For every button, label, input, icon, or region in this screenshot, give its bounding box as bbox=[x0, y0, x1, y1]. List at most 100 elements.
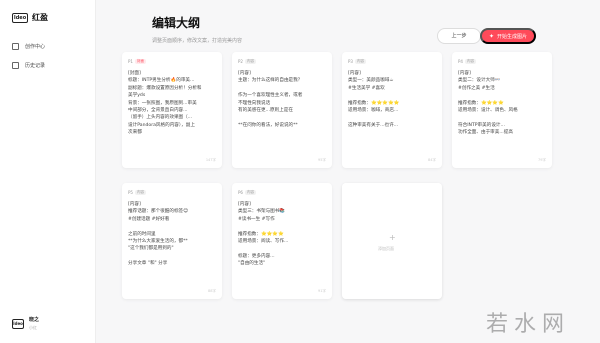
outline-card[interactable]: P4 内容 [内容] 类型二：设计大师👓 #创作之美 #生活 推荐指数：⭐⭐⭐⭐ 适用场景… bbox=[452, 52, 552, 168]
outline-card[interactable]: P6 内容 [内容] 类型三：书架与图书📚 #读书一生 #写作 推荐指数：⭐⭐⭐⭐ 适用场… bbox=[232, 183, 332, 299]
card-content[interactable]: [内容] 类型二：设计大师👓 #创作之美 #生活 推荐指数：⭐⭐⭐⭐ 适用场景：设计、… bbox=[458, 70, 546, 137]
outline-card[interactable]: P3 内容 [内容] 类型一：美颜品咖啡☕ #生活美学 #喜欢 推荐指数：⭐⭐⭐⭐⭐ 适用… bbox=[342, 52, 442, 168]
previous-step-button[interactable]: 上一步 bbox=[437, 28, 481, 44]
content-line: 类型二：设计大师👓 bbox=[458, 78, 501, 84]
content-line: 美学yds bbox=[128, 93, 146, 99]
plus-icon: + bbox=[389, 233, 396, 242]
card-header: P1 封面 bbox=[128, 57, 216, 65]
sparkle-icon: ✦ bbox=[488, 33, 494, 40]
content-line: [内容] bbox=[348, 71, 361, 76]
word-count: 79字 bbox=[538, 158, 546, 162]
word-count: 84字 bbox=[428, 158, 436, 162]
logo-mark: Ideo bbox=[12, 12, 28, 23]
card-content[interactable]: [内容] 类型一：美颜品咖啡☕ #生活美学 #喜欢 推荐指数：⭐⭐⭐⭐⭐ 适用场景：咖… bbox=[348, 70, 436, 129]
card-content[interactable]: [内容] 主题：为什么这样的自由是我？ 作为一个喜欢理性主义者，或者 不理性向我说话… bbox=[238, 70, 326, 129]
content-line bbox=[458, 114, 546, 121]
content-line: [内容] bbox=[458, 71, 471, 76]
content-line: 适用场景：设计、调色、风格 bbox=[458, 108, 518, 114]
file-icon bbox=[12, 62, 19, 69]
card-header: P3 内容 bbox=[348, 57, 436, 65]
page-number: P2 bbox=[238, 58, 243, 64]
page-number: P3 bbox=[348, 58, 353, 64]
content-line: 功作全面、由于审美...提高 bbox=[458, 130, 513, 136]
sidebar-item-creation-center[interactable]: 创作中心 bbox=[12, 43, 45, 50]
page-type-badge: 内容 bbox=[354, 58, 366, 64]
watermark: 若水网 bbox=[486, 312, 571, 337]
card-header: P6 内容 bbox=[238, 188, 326, 196]
add-page-card[interactable]: + 添加页面 bbox=[342, 183, 442, 299]
generate-images-button[interactable]: ✦ 开始生成图片 bbox=[480, 28, 536, 44]
content-line: **为什么大家爱生活的，都** bbox=[128, 239, 188, 245]
content-line: "自由的生活" bbox=[238, 261, 266, 267]
content-line: **在问你的看法，好说说的** bbox=[238, 122, 298, 128]
content-line: 类型一：美颜品咖啡☕ bbox=[348, 78, 394, 84]
content-line: 推荐话题：那个很酷的标签😊 bbox=[128, 209, 188, 215]
content-line: "这个我们都是用到的" bbox=[128, 246, 174, 252]
page-subtitle: 调整页面顺序，修改文案，打造完美内容 bbox=[152, 38, 243, 44]
app-logo[interactable]: Ideo 红盈 bbox=[12, 12, 48, 23]
app-name: 红盈 bbox=[32, 13, 48, 22]
sidebar-item-history[interactable]: 历史记录 bbox=[12, 62, 45, 69]
content-line: 有的美感在更...原则上是在 bbox=[238, 108, 293, 114]
page-number: P4 bbox=[458, 58, 463, 64]
content-line: [内容] bbox=[238, 202, 251, 207]
user-profile[interactable]: Ideo 晓之 小红 bbox=[12, 316, 39, 331]
card-content[interactable]: [内容] 类型三：书架与图书📚 #读书一生 #写作 推荐指数：⭐⭐⭐⭐ 适用场景：阅读… bbox=[238, 201, 326, 268]
content-line bbox=[348, 114, 436, 121]
content-line: 之前的时间里 bbox=[128, 231, 156, 237]
outline-card[interactable]: P5 内容 [内容] 推荐话题：那个很酷的标签😊 #创建话题 #好好看 之前的时间里 **… bbox=[122, 183, 222, 299]
word-count: 88字 bbox=[208, 289, 216, 293]
content-line bbox=[238, 85, 326, 92]
grid-icon bbox=[12, 43, 19, 50]
user-subtitle: 小红 bbox=[29, 325, 37, 330]
content-line: 设计Pandora风格的内容），副上 bbox=[128, 122, 195, 128]
generate-images-label: 开始生成图片 bbox=[497, 33, 528, 40]
page-type-badge: 内容 bbox=[244, 58, 256, 64]
content-line: 推荐指数：⭐⭐⭐⭐ bbox=[458, 100, 504, 106]
content-line bbox=[238, 223, 326, 230]
content-line: （留手）上头内容的效果图（... bbox=[128, 115, 193, 121]
word-count: 91字 bbox=[318, 289, 326, 293]
card-content[interactable]: [封面] 标题：INTP男生分析🔥的审美... 副标题：爆款设置原因分析！分析和 美学… bbox=[128, 70, 216, 137]
content-line: #读书一生 #写作 bbox=[238, 216, 275, 222]
content-line: 不理性向我说话 bbox=[238, 100, 271, 106]
outline-card[interactable]: P2 内容 [内容] 主题：为什么这样的自由是我？ 作为一个喜欢理性主义者，或者 不理性… bbox=[232, 52, 332, 168]
content-line: 推荐指数：⭐⭐⭐⭐⭐ bbox=[348, 100, 400, 106]
word-count: 95字 bbox=[318, 158, 326, 162]
content-line bbox=[128, 253, 216, 260]
content-line: 中间部分，全背景直白内容... bbox=[128, 108, 188, 114]
content-line bbox=[238, 114, 326, 121]
page-number: P1 bbox=[128, 58, 133, 64]
content-line: [封面] bbox=[128, 71, 141, 76]
content-line: 背景：一张照图，我原图到...审美 bbox=[128, 100, 197, 106]
page-type-badge: 内容 bbox=[464, 58, 476, 64]
page-number: P5 bbox=[128, 189, 133, 195]
content-line bbox=[238, 245, 326, 252]
content-line: 分享文章 "和" 分享 bbox=[128, 261, 168, 267]
content-line: #创建话题 #好好看 bbox=[128, 216, 170, 222]
page-type-badge: 内容 bbox=[244, 189, 256, 195]
card-header: P5 内容 bbox=[128, 188, 216, 196]
content-line: [内容] bbox=[128, 202, 141, 207]
page-title: 编辑大纲 bbox=[152, 16, 201, 30]
content-line: 标题：更多内容... bbox=[238, 253, 275, 259]
page-number: P6 bbox=[238, 189, 243, 195]
content-line: 这种审美有关于...也许... bbox=[348, 122, 399, 128]
content-line: 次来都 bbox=[128, 130, 142, 136]
word-count: 147字 bbox=[205, 158, 216, 162]
card-content[interactable]: [内容] 推荐话题：那个很酷的标签😊 #创建话题 #好好看 之前的时间里 **为什么大… bbox=[128, 201, 216, 268]
content-line: 副标题：爆款设置原因分析！分析和 bbox=[128, 85, 202, 91]
user-name: 晓之 bbox=[29, 317, 40, 323]
content-line: 标题：INTP男生分析🔥的审美... bbox=[128, 78, 195, 84]
content-line: 类型三：书架与图书📚 bbox=[238, 209, 286, 215]
content-line: #创作之美 #生活 bbox=[458, 85, 495, 91]
content-line: 主题：为什么这样的自由是我？ bbox=[238, 78, 303, 84]
card-header: P2 内容 bbox=[238, 57, 326, 65]
add-page-label: 添加页面 bbox=[378, 246, 394, 251]
content-line: [内容] bbox=[238, 71, 251, 76]
page-type-badge: 封面 bbox=[134, 58, 146, 64]
content-line: 适用场景：咖啡，商店... bbox=[348, 108, 399, 114]
content-line: 作为一个喜欢理性主义者，或者 bbox=[238, 93, 303, 99]
outline-card[interactable]: P1 封面 [封面] 标题：INTP男生分析🔥的审美... 副标题：爆款设置原因分析！分… bbox=[122, 52, 222, 168]
content-line bbox=[348, 92, 436, 99]
